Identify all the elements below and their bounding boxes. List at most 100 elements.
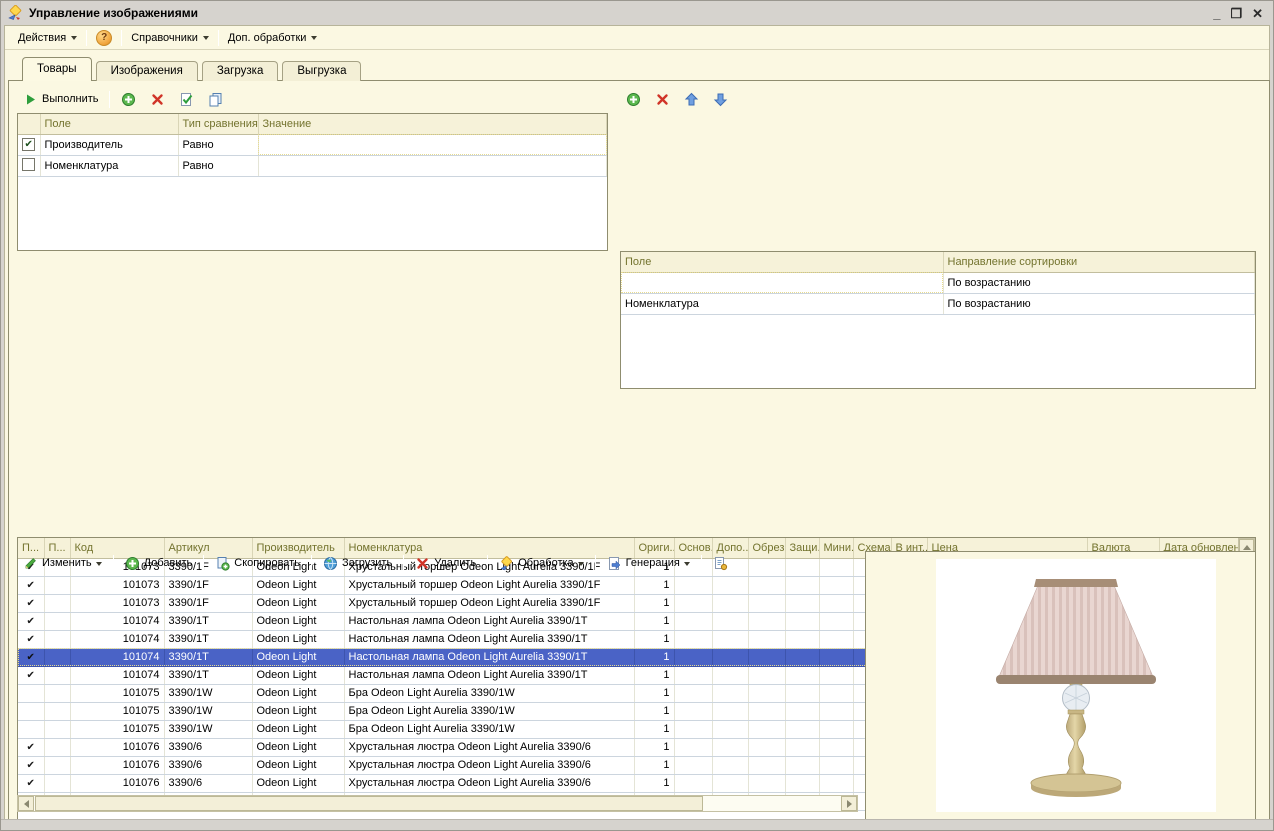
cell-flag2[interactable] [44,666,70,684]
cell-cropped[interactable] [748,756,785,774]
cell-main[interactable] [674,756,712,774]
processing-button[interactable]: Обработка [493,553,589,574]
cell-protected[interactable] [785,648,819,666]
tab-products[interactable]: Товары [22,57,92,81]
cell-mini[interactable] [819,648,853,666]
cell-nomenclature[interactable]: Бра Odeon Light Aurelia 3390/1W [344,702,634,720]
cell-manufacturer[interactable]: Odeon Light [252,666,344,684]
cell-protected[interactable] [785,774,819,792]
cell-checkbox[interactable] [18,155,40,176]
maximize-button[interactable]: ❐ [1230,7,1242,20]
cell-original-count[interactable]: 1 [634,774,674,792]
cell-flag2[interactable] [44,630,70,648]
cell-additional[interactable] [712,702,748,720]
cell-manufacturer[interactable]: Odeon Light [252,720,344,738]
cell-article[interactable]: 3390/1F [164,594,252,612]
cell-checked[interactable]: ✔ [18,612,44,630]
help-button[interactable]: ? [89,27,119,49]
cell-flag2[interactable] [44,702,70,720]
cell-comparison[interactable]: Равно [178,134,258,155]
scroll-thumb[interactable] [35,796,703,811]
cell-article[interactable]: 3390/1T [164,648,252,666]
cell-checked[interactable] [18,702,44,720]
cell-mini[interactable] [819,612,853,630]
cell-nomenclature[interactable]: Хрустальная люстра Odeon Light Aurelia 3… [344,774,634,792]
filter-delete-button[interactable] [144,89,171,110]
cell-original-count[interactable]: 1 [634,720,674,738]
cell-additional[interactable] [712,774,748,792]
cell-article[interactable]: 3390/1W [164,720,252,738]
cell-main[interactable] [674,702,712,720]
cell-manufacturer[interactable]: Odeon Light [252,702,344,720]
cell-mini[interactable] [819,720,853,738]
cell-code[interactable]: 101073 [70,576,164,594]
cell-cropped[interactable] [748,684,785,702]
cell-code[interactable]: 101075 [70,684,164,702]
cell-protected[interactable] [785,720,819,738]
cell-flag2[interactable] [44,684,70,702]
cell-nomenclature[interactable]: Настольная лампа Odeon Light Aurelia 339… [344,648,634,666]
tab-upload[interactable]: Загрузка [202,61,279,81]
cell-code[interactable]: 101074 [70,666,164,684]
tab-download[interactable]: Выгрузка [282,61,361,81]
cell-additional[interactable] [712,684,748,702]
cell-checkbox[interactable]: ✔ [18,134,40,155]
cell-checked[interactable]: ✔ [18,576,44,594]
cell-protected[interactable] [785,630,819,648]
cell-article[interactable]: 3390/1T [164,630,252,648]
cell-manufacturer[interactable]: Odeon Light [252,738,344,756]
cell-mini[interactable] [819,594,853,612]
cell-article[interactable]: 3390/1T [164,612,252,630]
cell-checked[interactable]: ✔ [18,756,44,774]
cell-value[interactable]: Odeon Light [258,134,607,155]
cell-article[interactable]: 3390/6 [164,774,252,792]
cell-main[interactable] [674,684,712,702]
cell-field[interactable]: Производитель [621,272,943,293]
scroll-right-button[interactable] [841,796,857,811]
cell-protected[interactable] [785,702,819,720]
cell-manufacturer[interactable]: Odeon Light [252,648,344,666]
horizontal-scrollbar[interactable] [17,795,858,812]
table-row[interactable]: ПроизводительПо возрастанию [621,272,1255,293]
cell-cropped[interactable] [748,648,785,666]
cell-original-count[interactable]: 1 [634,666,674,684]
cell-article[interactable]: 3390/1W [164,684,252,702]
cell-checked[interactable]: ✔ [18,630,44,648]
cell-cropped[interactable] [748,666,785,684]
cell-value[interactable] [258,155,607,176]
cell-code[interactable]: 101075 [70,720,164,738]
cell-mini[interactable] [819,684,853,702]
menu-actions[interactable]: Действия [11,29,84,47]
cell-additional[interactable] [712,612,748,630]
cell-nomenclature[interactable]: Бра Odeon Light Aurelia 3390/1W [344,720,634,738]
row-checkbox[interactable]: ✔ [22,138,35,151]
cell-cropped[interactable] [748,612,785,630]
cell-main[interactable] [674,594,712,612]
minimize-button[interactable]: _ [1213,7,1220,20]
sort-add-button[interactable] [620,89,647,110]
cell-additional[interactable] [712,576,748,594]
set-flags-button[interactable] [173,89,200,110]
cell-additional[interactable] [712,756,748,774]
load-image-button[interactable]: Загрузить [317,553,398,574]
cell-original-count[interactable]: 1 [634,648,674,666]
cell-additional[interactable] [712,594,748,612]
cell-original-count[interactable]: 1 [634,738,674,756]
cell-cropped[interactable] [748,720,785,738]
cell-comparison[interactable]: Равно [178,155,258,176]
cell-protected[interactable] [785,756,819,774]
cell-checked[interactable]: ✔ [18,738,44,756]
cell-original-count[interactable]: 1 [634,630,674,648]
cell-code[interactable]: 101075 [70,702,164,720]
cell-code[interactable]: 101073 [70,594,164,612]
cell-nomenclature[interactable]: Хрустальный торшер Odeon Light Aurelia 3… [344,576,634,594]
cell-flag2[interactable] [44,648,70,666]
cell-code[interactable]: 101074 [70,648,164,666]
cell-field[interactable]: Номенклатура [40,155,178,176]
delete-image-button[interactable]: Удалить [409,553,482,574]
cell-main[interactable] [674,576,712,594]
cell-article[interactable]: 3390/1F [164,576,252,594]
move-up-button[interactable] [678,89,705,110]
close-button[interactable]: ✕ [1252,7,1263,20]
cell-original-count[interactable]: 1 [634,594,674,612]
